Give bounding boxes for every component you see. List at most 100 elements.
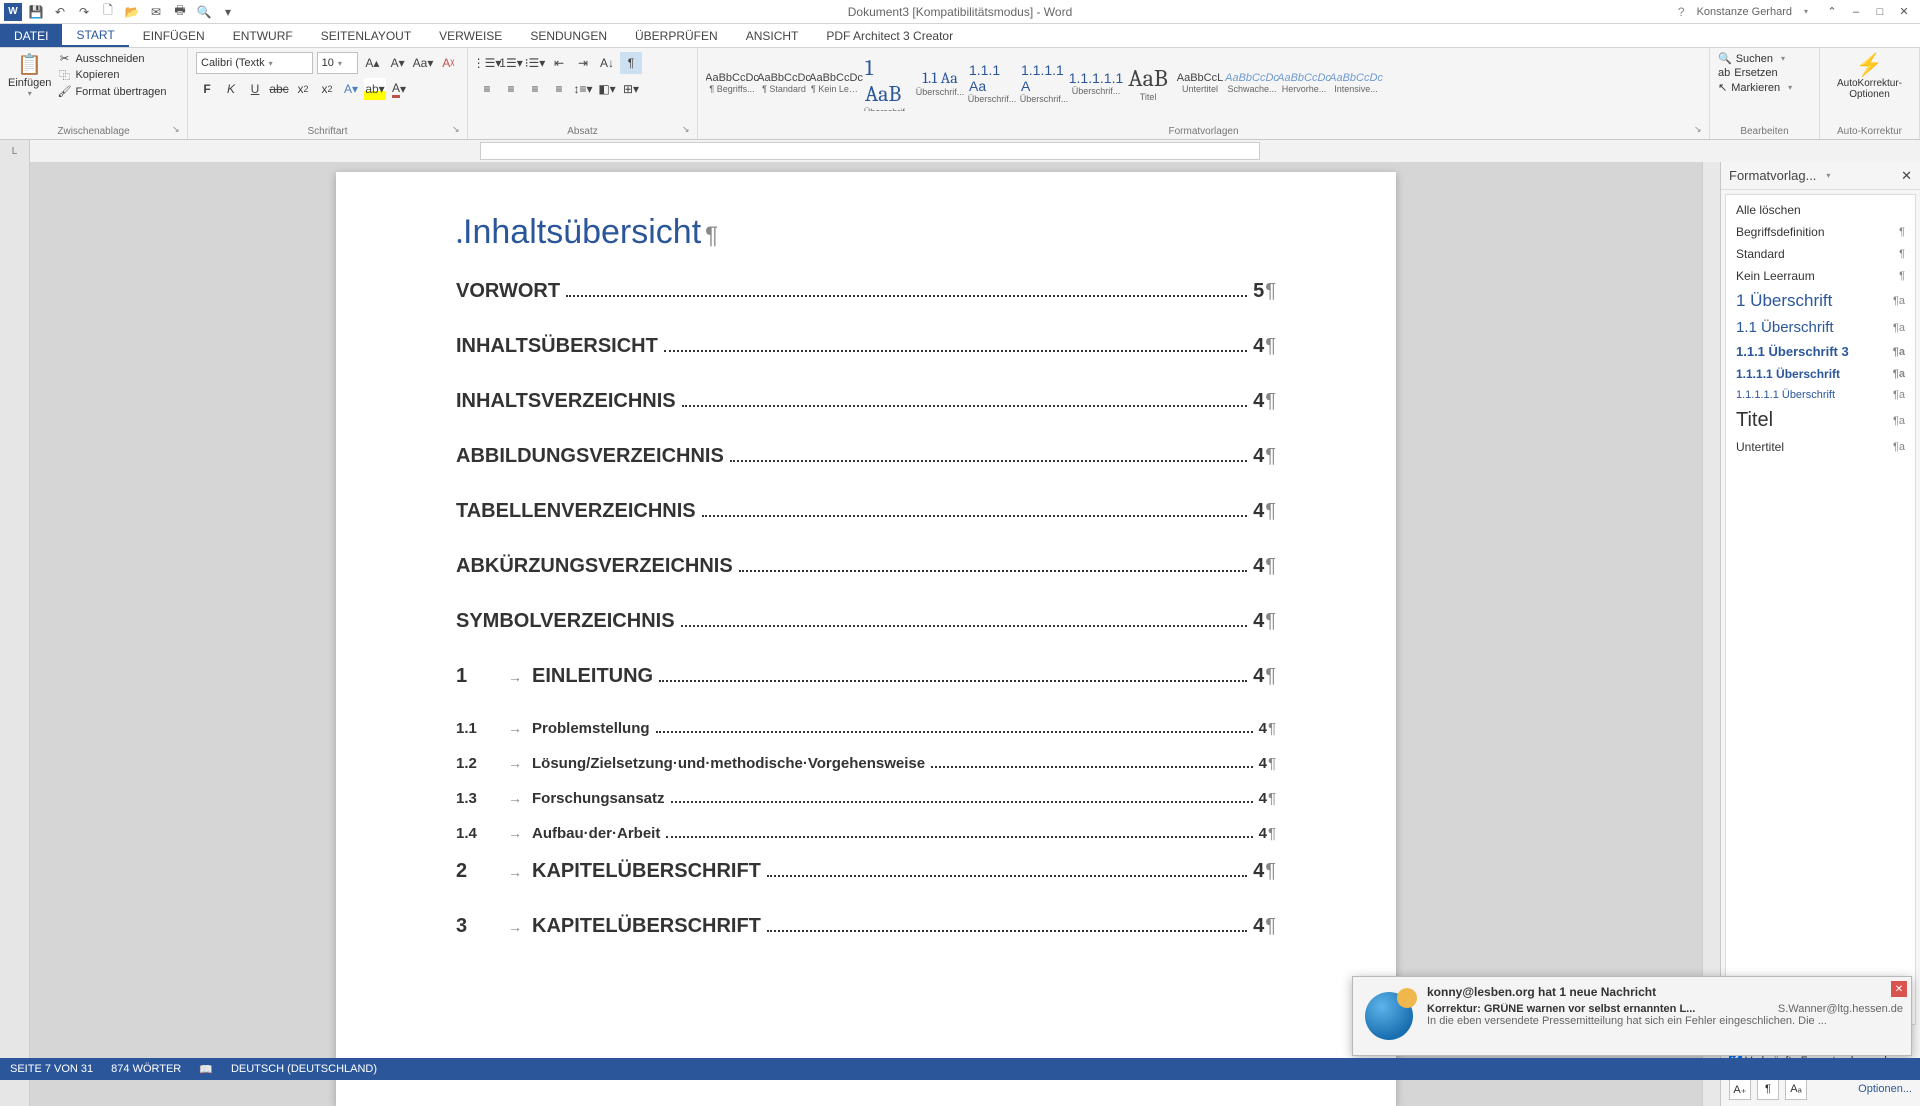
decrease-indent-icon[interactable]: ⇤ <box>548 52 570 74</box>
undo-icon[interactable]: ↶ <box>50 2 70 22</box>
manage-styles-icon[interactable]: Aₐ <box>1785 1078 1807 1100</box>
toc-entry[interactable]: ABBILDUNGSVERZEICHNIS4¶ <box>456 445 1276 468</box>
increase-indent-icon[interactable]: ⇥ <box>572 52 594 74</box>
align-right-icon[interactable]: ≡ <box>524 78 546 100</box>
format-painter-button[interactable]: 🖌Format übertragen <box>57 85 166 98</box>
toc-entry[interactable]: ABKÜRZUNGSVERZEICHNIS4¶ <box>456 555 1276 578</box>
redo-icon[interactable]: ↷ <box>74 2 94 22</box>
tab-mailings[interactable]: SENDUNGEN <box>516 24 621 47</box>
style-item[interactable]: AaBbCcDc ¶ Standard <box>758 52 810 114</box>
pane-style-item[interactable]: Untertitel¶a <box>1726 436 1915 458</box>
font-color-icon[interactable]: A▾ <box>388 78 410 100</box>
font-name-combo[interactable]: Calibri (Textk▾ <box>196 52 313 74</box>
replace-button[interactable]: abErsetzen <box>1718 67 1811 79</box>
styles-gallery[interactable]: AaBbCcDc ¶ Begriffs...AaBbCcDc ¶ Standar… <box>706 52 1701 114</box>
ribbon-collapse-icon[interactable]: ⌃ <box>1820 2 1844 22</box>
pane-style-item[interactable]: 1 Überschrift¶a <box>1726 287 1915 315</box>
user-name[interactable]: Konstanze Gerhard <box>1697 6 1792 18</box>
pane-style-item[interactable]: 1.1.1.1 Überschrift¶a <box>1726 363 1915 385</box>
save-icon[interactable]: 💾 <box>26 2 46 22</box>
help-icon[interactable]: ? <box>1678 5 1685 19</box>
toc-entry[interactable]: INHALTSVERZEICHNIS4¶ <box>456 390 1276 413</box>
mail-notification[interactable]: ✕ konny@lesben.org hat 1 neue Nachricht … <box>1352 976 1912 1056</box>
toc-entry[interactable]: 3→KAPITELÜBERSCHRIFT4¶ <box>456 915 1276 938</box>
toc-entry[interactable]: 1.2→Lösung/Zielsetzung·und·methodische·V… <box>456 755 1276 772</box>
underline-button[interactable]: U <box>244 78 266 100</box>
toc-entry[interactable]: SYMBOLVERZEICHNIS4¶ <box>456 610 1276 633</box>
select-button[interactable]: ↖Markieren▾ <box>1718 81 1811 94</box>
styles-launcher-icon[interactable]: ↘ <box>1694 124 1706 136</box>
style-item[interactable]: 1 AaB Überschrif... <box>862 52 914 114</box>
toc-entry[interactable]: INHALTSÜBERSICHT4¶ <box>456 335 1276 358</box>
pane-style-item[interactable]: Alle löschen <box>1726 199 1915 221</box>
style-item[interactable]: 1.1.1 Aa Überschrif... <box>966 52 1018 114</box>
pane-style-list[interactable]: Alle löschenBegriffsdefinition¶Standard¶… <box>1725 194 1916 1025</box>
justify-icon[interactable]: ≡ <box>548 78 570 100</box>
style-inspector-icon[interactable]: ¶ <box>1757 1078 1779 1100</box>
align-center-icon[interactable]: ≡ <box>500 78 522 100</box>
tab-references[interactable]: VERWEISE <box>425 24 516 47</box>
clear-format-icon[interactable]: Aᵡ <box>438 52 459 74</box>
text-effects-icon[interactable]: A▾ <box>340 78 362 100</box>
pane-style-item[interactable]: Standard¶ <box>1726 243 1915 265</box>
style-item[interactable]: AaBbCcDc ¶ Begriffs... <box>706 52 758 114</box>
toc-entry[interactable]: 1.1→Problemstellung4¶ <box>456 720 1276 737</box>
vertical-ruler[interactable] <box>0 162 30 1106</box>
pane-style-item[interactable]: Titel¶a <box>1726 405 1915 436</box>
clipboard-launcher-icon[interactable]: ↘ <box>172 124 184 136</box>
borders-icon[interactable]: ⊞▾ <box>620 78 642 100</box>
strike-button[interactable]: abc <box>268 78 290 100</box>
grow-font-icon[interactable]: A▴ <box>362 52 383 74</box>
highlight-icon[interactable]: ab▾ <box>364 78 386 100</box>
style-item[interactable]: AaBbCcDc Intensive... <box>1330 52 1382 114</box>
find-button[interactable]: 🔍Suchen▾ <box>1718 52 1811 65</box>
tab-review[interactable]: ÜBERPRÜFEN <box>621 24 732 47</box>
bold-button[interactable]: F <box>196 78 218 100</box>
toc-entry[interactable]: 1→EINLEITUNG4¶ <box>456 665 1276 688</box>
status-page[interactable]: SEITE 7 VON 31 <box>10 1063 93 1075</box>
style-item[interactable]: AaBbCcDc Schwache... <box>1226 52 1278 114</box>
shrink-font-icon[interactable]: A▾ <box>387 52 408 74</box>
line-spacing-icon[interactable]: ↕≡▾ <box>572 78 594 100</box>
open-icon[interactable]: 📂 <box>122 2 142 22</box>
new-style-icon[interactable]: A₊ <box>1729 1078 1751 1100</box>
pane-menu-icon[interactable]: ▾ <box>1826 171 1830 180</box>
proofing-icon[interactable]: 📖 <box>199 1063 213 1076</box>
pane-style-item[interactable]: 1.1 Überschrift¶a <box>1726 315 1915 340</box>
style-item[interactable]: AaB Titel <box>1122 52 1174 114</box>
toc-entry[interactable]: VORWORT5¶ <box>456 280 1276 303</box>
toc-entry[interactable]: TABELLENVERZEICHNIS4¶ <box>456 500 1276 523</box>
numbering-icon[interactable]: 1☰▾ <box>500 52 522 74</box>
tab-view[interactable]: ANSICHT <box>732 24 813 47</box>
style-item[interactable]: 1.1.1.1 A Überschrif... <box>1018 52 1070 114</box>
pane-style-item[interactable]: Kein Leerraum¶ <box>1726 265 1915 287</box>
document-page[interactable]: .Inhaltsübersicht¶ VORWORT5¶INHALTSÜBERS… <box>336 172 1396 1106</box>
close-icon[interactable]: ✕ <box>1892 2 1916 22</box>
preview-icon[interactable]: 🔍 <box>194 2 214 22</box>
pane-style-item[interactable]: Begriffsdefinition¶ <box>1726 221 1915 243</box>
tab-file[interactable]: DATEI <box>0 24 62 47</box>
tab-start[interactable]: START <box>62 24 128 47</box>
document-scroll[interactable]: .Inhaltsübersicht¶ VORWORT5¶INHALTSÜBERS… <box>30 162 1702 1106</box>
toc-entry[interactable]: 1.4→Aufbau·der·Arbeit4¶ <box>456 825 1276 842</box>
tab-layout[interactable]: SEITENLAYOUT <box>307 24 425 47</box>
tab-insert[interactable]: EINFÜGEN <box>129 24 219 47</box>
autocorrect-button[interactable]: ⚡ AutoKorrektur-Optionen <box>1828 52 1911 100</box>
maximize-icon[interactable]: □ <box>1868 2 1892 22</box>
multilevel-icon[interactable]: ⁝☰▾ <box>524 52 546 74</box>
cut-button[interactable]: ✂Ausschneiden <box>57 52 166 65</box>
italic-button[interactable]: K <box>220 78 242 100</box>
tab-design[interactable]: ENTWURF <box>219 24 307 47</box>
tab-selector[interactable]: L <box>0 140 30 162</box>
minimize-icon[interactable]: – <box>1844 2 1868 22</box>
qat-more-icon[interactable]: ▾ <box>218 2 238 22</box>
bullets-icon[interactable]: ⋮☰▾ <box>476 52 498 74</box>
toc-entry[interactable]: 1.3→Forschungsansatz4¶ <box>456 790 1276 807</box>
pane-options-link[interactable]: Optionen... <box>1858 1083 1912 1095</box>
notif-close-icon[interactable]: ✕ <box>1891 981 1907 997</box>
pane-style-item[interactable]: 1.1.1.1.1 Überschrift¶a <box>1726 385 1915 405</box>
sort-icon[interactable]: A↓ <box>596 52 618 74</box>
vertical-scrollbar[interactable] <box>1702 162 1720 1106</box>
toc-entry[interactable]: 2→KAPITELÜBERSCHRIFT4¶ <box>456 860 1276 883</box>
font-launcher-icon[interactable]: ↘ <box>452 124 464 136</box>
